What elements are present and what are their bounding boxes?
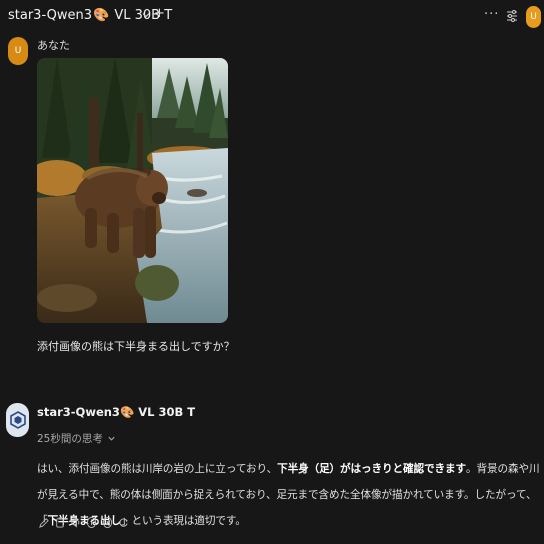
model-name-prefix: star3-Qwen3	[8, 8, 92, 23]
thinking-toggle[interactable]: 25秒間の思考	[37, 431, 116, 446]
chevron-down-icon	[108, 436, 115, 441]
chevron-down-icon[interactable]	[141, 10, 151, 20]
regenerate-icon[interactable]	[118, 516, 129, 529]
new-chat-button[interactable]: +	[154, 7, 165, 20]
bear-photo-illustration	[37, 58, 228, 323]
answer-part-1: はい、添付画像の熊は川岸の岩の上に立っており、	[37, 463, 278, 475]
assistant-avatar	[6, 403, 29, 437]
thinking-label: 25秒間の思考	[37, 433, 103, 445]
controls-sliders-icon[interactable]	[505, 9, 519, 23]
message-actions	[38, 516, 129, 529]
answer-part-3: 」という表現は適切です。	[120, 515, 246, 527]
assistant-name-prefix: star3-Qwen3	[37, 405, 120, 419]
attached-bear-image[interactable]	[37, 58, 228, 323]
user-name: あなた	[37, 39, 70, 52]
palette-icon: 🎨	[93, 8, 110, 23]
assistant-name-suffix: VL 30B T	[138, 405, 196, 419]
copy-icon[interactable]	[54, 516, 65, 529]
user-question-text: 添付画像の熊は下半身まる出しですか？	[37, 340, 235, 353]
info-icon[interactable]	[86, 516, 97, 529]
answer-bold-1: 下半身（足）がはっきりと確認できます	[277, 463, 466, 475]
more-options-button[interactable]: ···	[484, 8, 499, 21]
edit-pencil-icon[interactable]	[38, 516, 49, 529]
speaker-icon[interactable]	[70, 516, 81, 529]
assistant-name: star3-Qwen3 🎨 VL 30B T	[37, 405, 195, 419]
palette-icon: 🎨	[119, 405, 135, 419]
play-icon[interactable]	[102, 516, 113, 529]
top-bar: star3-Qwen3 🎨 VL 30B T + ··· U	[0, 0, 544, 34]
user-avatar-top[interactable]: U	[526, 6, 541, 28]
user-avatar: U	[8, 37, 28, 65]
assistant-logo-icon	[9, 411, 26, 429]
